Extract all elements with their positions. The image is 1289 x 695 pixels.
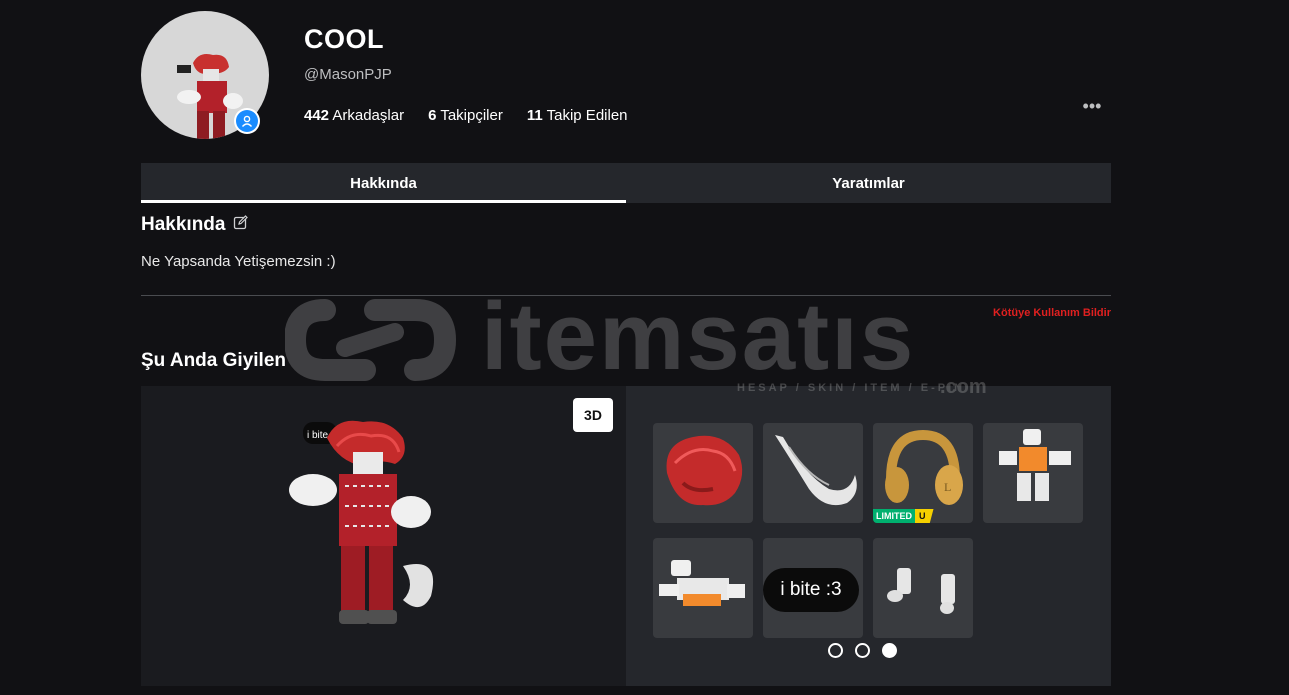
profile-stats: 442 Arkadaşlar 6 Takipçiler 11 Takip Edi… xyxy=(304,107,628,124)
page-dot-1[interactable] xyxy=(828,643,843,658)
hair-icon xyxy=(666,435,743,506)
edit-icon[interactable] xyxy=(233,214,249,236)
followers-stat[interactable]: 6 Takipçiler xyxy=(428,107,503,124)
item-speech-bubble[interactable]: i bite :3 xyxy=(763,538,863,638)
about-description: Ne Yapsanda Yetişemezsin :) xyxy=(141,253,336,270)
followers-count: 6 xyxy=(428,107,437,124)
limited-label: LIMITED xyxy=(873,509,915,523)
username: @MasonPJP xyxy=(304,66,392,83)
friends-label: Arkadaşlar xyxy=(332,107,405,124)
limited-unique-label: U xyxy=(915,509,934,523)
online-status-badge xyxy=(234,108,260,134)
item-orange-pants[interactable] xyxy=(653,538,753,638)
about-section-title: Hakkında xyxy=(141,214,249,236)
watermark: itemsatıs HESAP / SKIN / ITEM / E-PIN .c… xyxy=(283,283,987,398)
watermark-brand: itemsatıs xyxy=(481,283,916,390)
avatar-viewer[interactable]: i bite 3D xyxy=(141,386,626,686)
item-white-tail[interactable] xyxy=(763,423,863,523)
about-heading: Hakkında xyxy=(141,214,226,235)
headphones-icon: L xyxy=(885,429,963,505)
tail-icon xyxy=(775,435,857,506)
display-name: COOL xyxy=(304,24,384,54)
avatar-full-figure: i bite xyxy=(289,420,434,624)
svg-text:L: L xyxy=(944,480,951,494)
page-dot-2[interactable] xyxy=(855,643,870,658)
item-orange-shirt[interactable] xyxy=(983,423,1083,523)
profile-tabs: Hakkında Yaratımlar xyxy=(141,163,1111,203)
view-3d-button[interactable]: 3D xyxy=(573,398,613,432)
pants-icon xyxy=(659,560,745,606)
avatar-speech-text: i bite xyxy=(307,430,329,441)
tab-about[interactable]: Hakkında xyxy=(141,163,626,203)
items-pagination xyxy=(828,643,897,658)
tab-creations[interactable]: Yaratımlar xyxy=(626,163,1111,203)
user-icon xyxy=(236,110,258,132)
following-label: Takip Edilen xyxy=(546,107,628,124)
watermark-logo xyxy=(283,299,457,381)
currently-wearing-title: Şu Anda Giyilen xyxy=(141,350,286,371)
following-count: 11 xyxy=(526,107,543,124)
shirt-icon xyxy=(999,429,1071,501)
arms-icon xyxy=(887,568,955,614)
followers-label: Takipçiler xyxy=(440,107,503,124)
item-red-hair[interactable] xyxy=(653,423,753,523)
limited-badge: LIMITED U xyxy=(873,509,934,523)
section-divider xyxy=(141,295,1111,296)
speech-bubble-text: i bite :3 xyxy=(763,568,859,612)
item-white-arms[interactable] xyxy=(873,538,973,638)
page-dot-3[interactable] xyxy=(882,643,897,658)
following-stat[interactable]: 11 Takip Edilen xyxy=(527,107,628,124)
wearing-items-panel: L LIMITED U i bite :3 xyxy=(626,386,1111,686)
friends-stat[interactable]: 442 Arkadaşlar xyxy=(304,107,404,124)
friends-count: 442 xyxy=(304,107,330,124)
ellipsis-icon[interactable]: ••• xyxy=(1078,96,1106,116)
report-abuse-link[interactable]: Kötüye Kullanım Bildir xyxy=(993,307,1111,319)
item-gold-headphones[interactable]: L LIMITED U xyxy=(873,423,973,523)
